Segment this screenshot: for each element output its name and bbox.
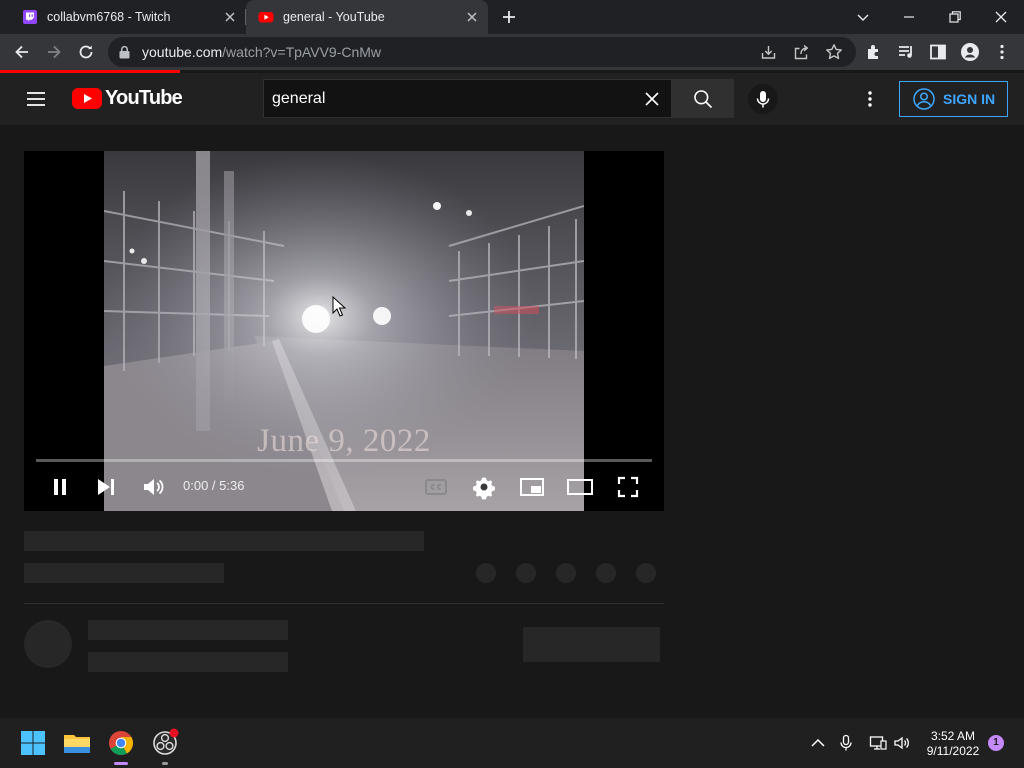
sign-in-label: SIGN IN (943, 91, 996, 107)
search-input[interactable] (270, 88, 630, 110)
twitch-icon (23, 10, 37, 24)
tab-youtube[interactable]: general - YouTube (246, 0, 488, 34)
mouse-cursor-icon (332, 296, 346, 317)
network-icon[interactable] (869, 734, 887, 752)
microphone-icon[interactable] (837, 734, 855, 752)
youtube-icon (258, 12, 274, 23)
back-arrow-icon[interactable] (12, 42, 32, 62)
tab-search-chevron-icon[interactable] (852, 6, 874, 28)
search-button[interactable] (672, 79, 734, 118)
browser-toolbar: youtube.com/watch?v=TpAVV9-CnMw (0, 34, 1024, 70)
voice-search-mic-icon[interactable] (748, 84, 778, 114)
url-path: /watch?v=TpAVV9-CnMw (222, 44, 382, 60)
reload-icon[interactable] (76, 42, 96, 62)
watch-page-content: June 9, 2022 0:00 / 5:36 (0, 125, 1024, 718)
speaker-volume-icon[interactable] (893, 734, 911, 752)
close-tab-icon[interactable] (222, 9, 238, 25)
clock-time: 3:52 AM (930, 729, 976, 743)
new-tab-plus-icon[interactable] (500, 8, 518, 26)
volume-icon[interactable] (139, 473, 167, 501)
url-host: youtube.com (142, 44, 223, 60)
action-skeleton (596, 563, 616, 583)
lock-icon[interactable] (118, 45, 131, 59)
video-player[interactable]: June 9, 2022 0:00 / 5:36 (24, 151, 664, 511)
minimize-icon[interactable] (898, 6, 920, 28)
close-window-icon[interactable] (990, 6, 1012, 28)
clock-date: 9/11/2022 (926, 744, 980, 758)
bookmark-star-icon[interactable] (825, 43, 843, 61)
channel-avatar-skeleton (24, 620, 72, 668)
close-tab-icon[interactable] (464, 9, 480, 25)
youtube-logo-icon (72, 88, 102, 109)
action-skeleton (556, 563, 576, 583)
file-explorer-icon[interactable] (61, 727, 93, 759)
settings-gear-icon[interactable] (470, 473, 498, 501)
install-app-icon[interactable] (760, 44, 777, 61)
obs-studio-icon[interactable] (149, 727, 181, 759)
theater-mode-icon[interactable] (566, 473, 594, 501)
taskbar-clock[interactable]: 3:52 AM 9/11/2022 (922, 729, 984, 759)
show-hidden-icons-chevron-icon[interactable] (809, 734, 827, 752)
side-panel-icon[interactable] (928, 42, 948, 62)
windows-taskbar: 3:52 AM 9/11/2022 1 (0, 718, 1024, 768)
obs-running-indicator (162, 762, 168, 765)
windows-start-icon[interactable] (17, 727, 49, 759)
action-skeleton (636, 563, 656, 583)
chrome-icon[interactable] (105, 727, 137, 759)
chrome-active-indicator (114, 762, 128, 765)
search-box (263, 79, 672, 118)
youtube-logo[interactable]: YouTube (72, 87, 183, 110)
hamburger-menu-icon[interactable] (26, 89, 46, 109)
tab-title: general - YouTube (283, 10, 385, 24)
extensions-puzzle-icon[interactable] (864, 42, 884, 62)
youtube-wordmark: YouTube (105, 87, 183, 109)
pause-icon[interactable] (46, 473, 74, 501)
settings-kebab-icon[interactable] (860, 89, 880, 109)
action-skeleton (476, 563, 496, 583)
meta-skeleton (24, 563, 224, 583)
fullscreen-icon[interactable] (614, 473, 642, 501)
sign-in-button[interactable]: SIGN IN (899, 81, 1008, 117)
account-circle-icon (913, 88, 935, 110)
browser-menu-icon[interactable] (992, 42, 1012, 62)
channel-name-skeleton (88, 620, 288, 640)
tab-title: collabvm6768 - Twitch (47, 10, 171, 24)
restore-icon[interactable] (944, 6, 966, 28)
video-date-overlay: June 9, 2022 (257, 423, 431, 459)
tab-twitch[interactable]: collabvm6768 - Twitch (10, 0, 246, 34)
url-text[interactable]: youtube.com/watch?v=TpAVV9-CnMw (142, 44, 381, 60)
address-bar[interactable]: youtube.com/watch?v=TpAVV9-CnMw (108, 37, 856, 67)
clear-search-icon[interactable] (643, 90, 661, 108)
miniplayer-icon[interactable] (518, 473, 546, 501)
media-queue-icon[interactable] (896, 42, 916, 62)
forward-arrow-icon[interactable] (44, 42, 64, 62)
channel-subs-skeleton (88, 652, 288, 672)
next-video-icon[interactable] (92, 473, 120, 501)
video-frame[interactable]: June 9, 2022 (104, 151, 584, 511)
youtube-masthead: YouTube SIGN IN (0, 73, 1024, 125)
share-icon[interactable] (793, 44, 810, 61)
subscribe-skeleton (523, 627, 660, 662)
time-display: 0:00 / 5:36 (183, 478, 245, 493)
video-progress-bar[interactable] (36, 459, 652, 462)
title-skeleton (24, 531, 424, 551)
profile-avatar-icon[interactable] (960, 42, 980, 62)
content-divider (24, 603, 664, 604)
notification-badge[interactable]: 1 (988, 735, 1004, 751)
action-skeleton (516, 563, 536, 583)
closed-captions-icon[interactable] (422, 473, 450, 501)
search-icon (694, 90, 713, 109)
browser-tab-strip: collabvm6768 - Twitch general - YouTube (0, 0, 1024, 34)
